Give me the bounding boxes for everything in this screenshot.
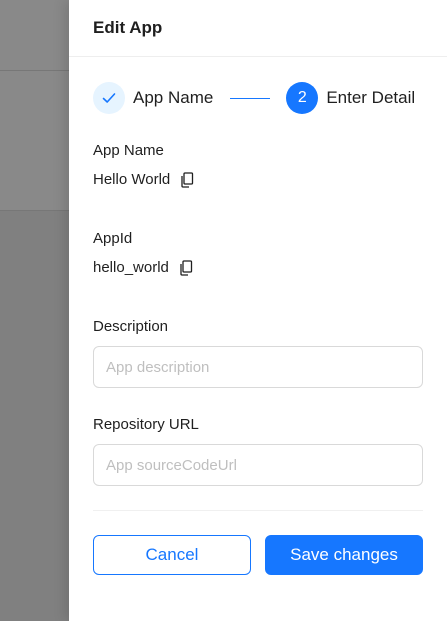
description-field: Description: [93, 318, 423, 388]
background-divider: [0, 210, 69, 211]
drawer-header: Edit App: [69, 0, 447, 57]
cancel-button[interactable]: Cancel: [93, 535, 251, 575]
step-2-number[interactable]: 2: [286, 82, 319, 114]
check-icon: [102, 93, 116, 103]
repository-url-label: Repository URL: [93, 416, 199, 433]
step-connector: [230, 97, 271, 99]
step-2-number-text: 2: [297, 89, 307, 106]
edit-app-drawer: Edit App App Name 2 Enter Detail App Nam…: [69, 0, 447, 621]
step-1-label[interactable]: App Name: [133, 88, 213, 108]
repository-url-input[interactable]: [93, 444, 423, 486]
app-id-label: AppId: [93, 230, 133, 247]
app-id-field: AppId hello_world: [93, 230, 423, 276]
app-name-label: App Name: [93, 142, 164, 159]
background-divider: [0, 70, 69, 71]
copy-icon[interactable]: [179, 259, 193, 276]
background-overlay[interactable]: [0, 0, 69, 621]
repository-url-field: Repository URL: [93, 416, 423, 486]
app-id-value: hello_world: [93, 259, 169, 276]
app-name-field: App Name Hello World: [93, 142, 423, 188]
step-1-check-icon[interactable]: [93, 82, 125, 114]
drawer-title: Edit App: [93, 18, 163, 37]
stepper: App Name 2 Enter Detail: [93, 82, 447, 114]
background-panel: [0, 0, 69, 210]
save-changes-button[interactable]: Save changes: [265, 535, 423, 575]
description-input[interactable]: [93, 346, 423, 388]
description-label: Description: [93, 318, 169, 335]
footer-divider: [93, 510, 423, 511]
app-name-value: Hello World: [93, 171, 171, 188]
copy-icon[interactable]: [180, 171, 194, 188]
step-2-label[interactable]: Enter Detail: [326, 88, 415, 108]
